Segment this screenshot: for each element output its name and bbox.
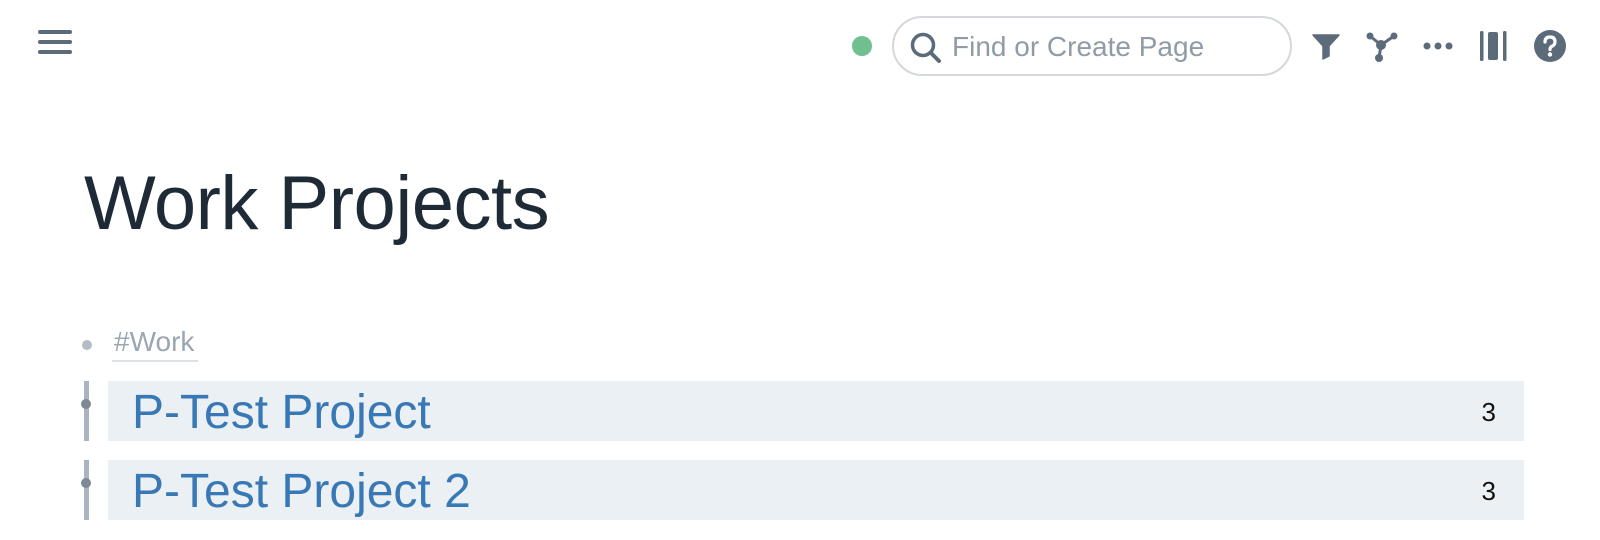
search-icon	[910, 32, 941, 63]
sidebar-toggle-icon[interactable]	[1474, 26, 1514, 66]
reference-card[interactable]: P-Test Project 2 3	[108, 460, 1524, 520]
block-bullet[interactable]	[82, 340, 92, 350]
tag-link-work[interactable]: #Work	[112, 326, 199, 362]
sync-status-indicator	[852, 36, 872, 56]
indent-guide	[84, 381, 89, 441]
linked-reference-row: P-Test Project 3	[81, 381, 1524, 441]
indent-guide	[84, 460, 89, 520]
reference-page-link[interactable]: P-Test Project	[132, 385, 431, 440]
help-icon[interactable]	[1530, 26, 1570, 66]
page-title: Work Projects	[84, 161, 550, 246]
linked-reference-row: P-Test Project 2 3	[81, 460, 1524, 520]
block-bullet[interactable]	[81, 399, 91, 409]
filter-icon[interactable]	[1306, 26, 1346, 66]
more-icon[interactable]	[1418, 26, 1458, 66]
graph-icon[interactable]	[1362, 26, 1402, 66]
reference-page-link[interactable]: P-Test Project 2	[132, 464, 471, 519]
top-bar	[0, 0, 1600, 92]
search-input[interactable]	[952, 28, 1272, 66]
block-bullet[interactable]	[81, 478, 91, 488]
search-box[interactable]	[892, 16, 1292, 76]
reference-count: 3	[1481, 397, 1496, 427]
reference-count: 3	[1481, 476, 1496, 506]
reference-card[interactable]: P-Test Project 3	[108, 381, 1524, 441]
hamburger-menu-icon[interactable]	[38, 30, 72, 60]
